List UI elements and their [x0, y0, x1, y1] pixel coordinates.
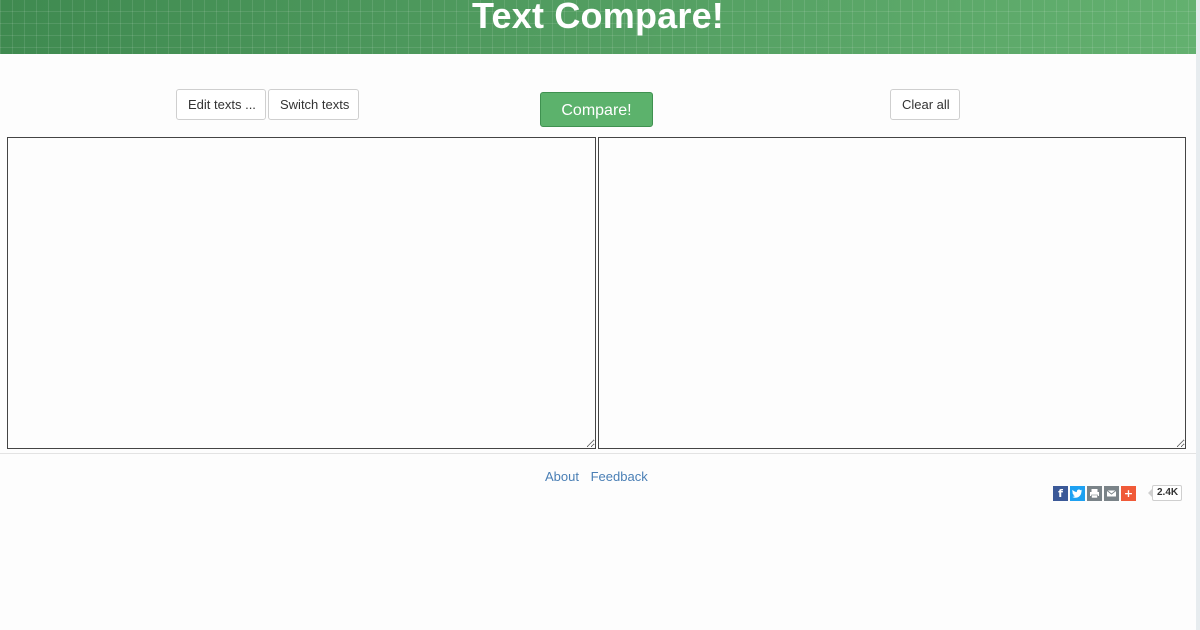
facebook-icon[interactable]: f [1053, 485, 1068, 501]
compare-button[interactable]: Compare! [540, 92, 653, 127]
email-icon[interactable] [1104, 485, 1119, 501]
share-count-badge: 2.4K [1147, 485, 1183, 501]
edit-texts-button[interactable]: Edit texts ... [176, 89, 266, 120]
more-plus-icon[interactable]: + [1121, 485, 1136, 501]
footer-links: About Feedback [545, 469, 656, 484]
clear-all-button[interactable]: Clear all [890, 89, 960, 120]
twitter-icon[interactable] [1070, 485, 1085, 501]
page-title: Text Compare! [472, 0, 724, 36]
switch-texts-button[interactable]: Switch texts [268, 89, 359, 120]
share-bar: f + 2.4K [1053, 485, 1183, 501]
footer-divider [0, 453, 1196, 454]
left-text-input[interactable] [7, 137, 596, 449]
about-link[interactable]: About [545, 469, 579, 484]
right-text-input[interactable] [598, 137, 1186, 449]
feedback-link[interactable]: Feedback [591, 469, 648, 484]
scrollbar-track[interactable] [1196, 0, 1200, 630]
page: Text Compare! Edit texts ... Switch text… [0, 0, 1200, 630]
header-banner: Text Compare! [0, 0, 1196, 54]
print-icon[interactable] [1087, 485, 1102, 501]
